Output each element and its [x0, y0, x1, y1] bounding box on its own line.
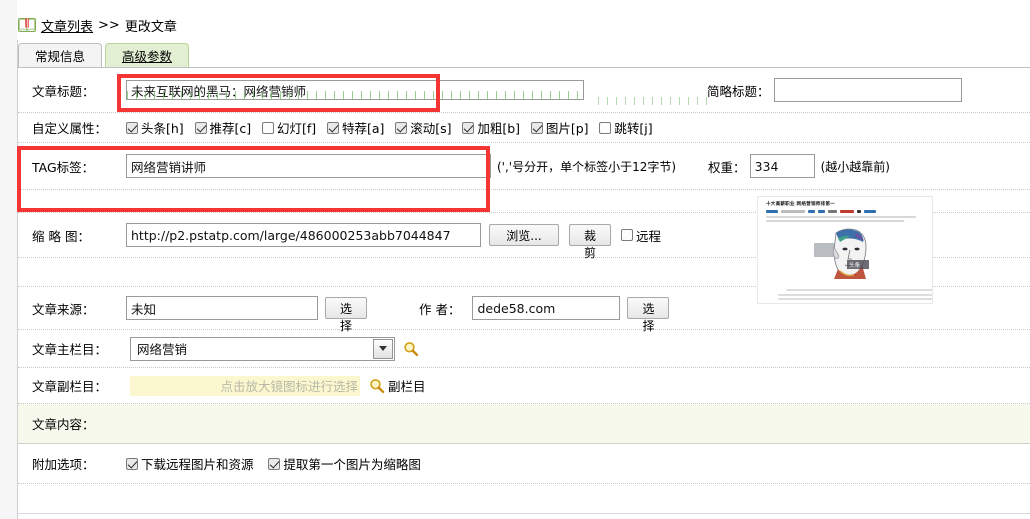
- extra-option-label: 下载远程图片和资源: [141, 457, 254, 472]
- attr-label: 推荐[c]: [209, 121, 252, 136]
- attr-checkbox-scroll[interactable]: 滚动[s]: [395, 118, 452, 137]
- article-title-field-wrap: [126, 80, 584, 100]
- weight-input[interactable]: [749, 154, 815, 178]
- tab-advanced-params[interactable]: 高级参数: [105, 43, 190, 67]
- attr-checkbox-recommend[interactable]: 推荐[c]: [194, 118, 252, 137]
- breadcrumb-link-article-list[interactable]: 文章列表: [41, 16, 93, 35]
- checkbox-box[interactable]: [599, 121, 612, 134]
- breadcrumb-separator: >>: [98, 17, 120, 33]
- attr-label: 滚动[s]: [410, 121, 452, 136]
- label-extra-options: 附加选项：: [32, 457, 95, 472]
- main-column-select[interactable]: 网络营销: [130, 336, 395, 361]
- label-weight: 权重：: [708, 159, 746, 175]
- source-choose-button[interactable]: 选择: [325, 297, 367, 333]
- title-length-ruler-extension: [598, 97, 714, 105]
- checkbox-box[interactable]: [530, 121, 543, 134]
- crop-button[interactable]: 裁剪: [569, 224, 611, 260]
- panel-bottom-edge: [18, 513, 1030, 514]
- tags-input[interactable]: [126, 154, 491, 178]
- author-input[interactable]: [472, 296, 621, 320]
- attr-label: 图片[p]: [545, 121, 589, 136]
- attr-checkbox-jump[interactable]: 跳转[j]: [599, 118, 653, 137]
- attr-checkbox-image[interactable]: 图片[p]: [530, 118, 589, 137]
- checkbox-box[interactable]: [126, 121, 138, 134]
- row-article-title: 文章标题： 简略标题：: [18, 68, 1030, 113]
- book-icon: [18, 17, 36, 33]
- article-title-input[interactable]: [126, 80, 584, 100]
- label-thumbnail: 缩 略 图：: [32, 228, 90, 244]
- browse-button[interactable]: 浏览...: [489, 224, 559, 246]
- remote-checkbox[interactable]: 远程: [621, 226, 661, 245]
- attr-label: 幻灯[f]: [276, 121, 317, 136]
- row-tags: TAG标签： (','号分开，单个标签小于12字节) 权重： (越小越靠前): [18, 143, 1030, 190]
- tags-hint: (','号分开，单个标签小于12字节): [497, 159, 677, 174]
- checkbox-box[interactable]: [395, 121, 408, 134]
- breadcrumb: 文章列表 >> 更改文章: [18, 12, 177, 38]
- thumbnail-preview-title: 十大高薪职业 网络营销师排第一: [766, 202, 835, 207]
- source-input[interactable]: [126, 296, 318, 320]
- checkbox-box[interactable]: [462, 121, 475, 134]
- row-custom-attributes: 自定义属性： 头条[h] 推荐[c] 幻灯[f] 特荐[a] 滚动[s] 加粗[…: [18, 113, 1030, 143]
- attr-checkbox-slide[interactable]: 幻灯[f]: [261, 118, 317, 137]
- page-root: 文章列表 >> 更改文章 常规信息 高级参数 文章标题： 简略标题： 自定义属性…: [0, 0, 1030, 519]
- tab-advanced-params-label: 高级参数: [122, 49, 173, 64]
- label-sub-column: 文章副栏目：: [32, 379, 108, 394]
- thumbnail-preview-body-text: [778, 289, 932, 303]
- attr-label: 跳转[j]: [614, 121, 653, 136]
- extra-checkbox-extract-first-image[interactable]: 提取第一个图片为缩略图: [268, 454, 421, 473]
- checkbox-box[interactable]: [621, 229, 633, 241]
- checkbox-box[interactable]: [194, 121, 207, 134]
- label-article-title: 文章标题：: [32, 83, 95, 99]
- sub-column-field[interactable]: 点击放大镜图标进行选择: [130, 375, 360, 396]
- attr-label: 特荐[a]: [341, 121, 385, 136]
- row-extra-options: 附加选项： 下载远程图片和资源 提取第一个图片为缩略图: [18, 444, 1030, 484]
- row-main-column: 文章主栏目： 网络营销: [18, 330, 1030, 368]
- short-title-input[interactable]: [773, 78, 962, 102]
- checkbox-box[interactable]: [326, 121, 339, 134]
- label-author: 作 者：: [419, 301, 461, 317]
- label-main-column: 文章主栏目：: [32, 342, 108, 357]
- extra-option-label: 提取第一个图片为缩略图: [283, 457, 421, 472]
- chevron-down-icon[interactable]: [373, 338, 393, 359]
- label-source: 文章来源：: [32, 301, 95, 317]
- attr-checkbox-bold[interactable]: 加粗[b]: [462, 118, 520, 137]
- sub-column-placeholder: 点击放大镜图标进行选择: [220, 379, 358, 394]
- label-tags: TAG标签：: [32, 159, 95, 175]
- thumbnail-preview-image: 十大高薪职业 网络营销师排第一 头条: [757, 196, 933, 304]
- attribute-checkbox-group: 头条[h] 推荐[c] 幻灯[f] 特荐[a] 滚动[s] 加粗[b] 图片[p…: [126, 118, 660, 137]
- author-choose-button[interactable]: 选择: [627, 297, 670, 333]
- row-article-content: 文章内容：: [18, 404, 1030, 444]
- remote-label: 远程: [636, 228, 662, 244]
- extra-checkbox-download-remote[interactable]: 下载远程图片和资源: [126, 454, 254, 473]
- sub-column-magnifier-icon[interactable]: [369, 378, 385, 394]
- checkbox-box[interactable]: [268, 457, 281, 470]
- thumbnail-preview-portrait: 头条: [814, 227, 880, 279]
- tab-general-info[interactable]: 常规信息: [18, 43, 103, 67]
- tab-general-info-label: 常规信息: [35, 49, 86, 64]
- checkbox-box[interactable]: [261, 121, 274, 134]
- row-sub-column: 文章副栏目： 点击放大镜图标进行选择 副栏目: [18, 368, 1030, 404]
- attr-checkbox-special[interactable]: 特荐[a]: [326, 118, 385, 137]
- attr-checkbox-headline[interactable]: 头条[h]: [126, 118, 184, 137]
- sub-column-link[interactable]: 副栏目: [388, 376, 426, 395]
- tab-bar: 常规信息 高级参数: [18, 43, 190, 67]
- main-column-magnifier-icon[interactable]: [403, 341, 419, 357]
- svg-text:头条: 头条: [849, 261, 861, 269]
- label-article-content: 文章内容：: [32, 417, 95, 432]
- thumbnail-url-input[interactable]: [126, 223, 481, 247]
- main-column-selected-value: 网络营销: [137, 342, 188, 357]
- left-gutter: [0, 0, 17, 519]
- label-custom-attributes: 自定义属性：: [32, 121, 108, 136]
- attr-label: 头条[h]: [141, 121, 184, 136]
- extra-options-group: 下载远程图片和资源 提取第一个图片为缩略图: [126, 454, 428, 473]
- thumbnail-preview-summary: [766, 216, 924, 222]
- weight-hint: (越小越靠前): [820, 159, 890, 174]
- checkbox-box[interactable]: [126, 457, 138, 470]
- breadcrumb-current: 更改文章: [124, 19, 177, 35]
- attr-label: 加粗[b]: [477, 121, 521, 136]
- thumbnail-preview-meta: [766, 210, 932, 213]
